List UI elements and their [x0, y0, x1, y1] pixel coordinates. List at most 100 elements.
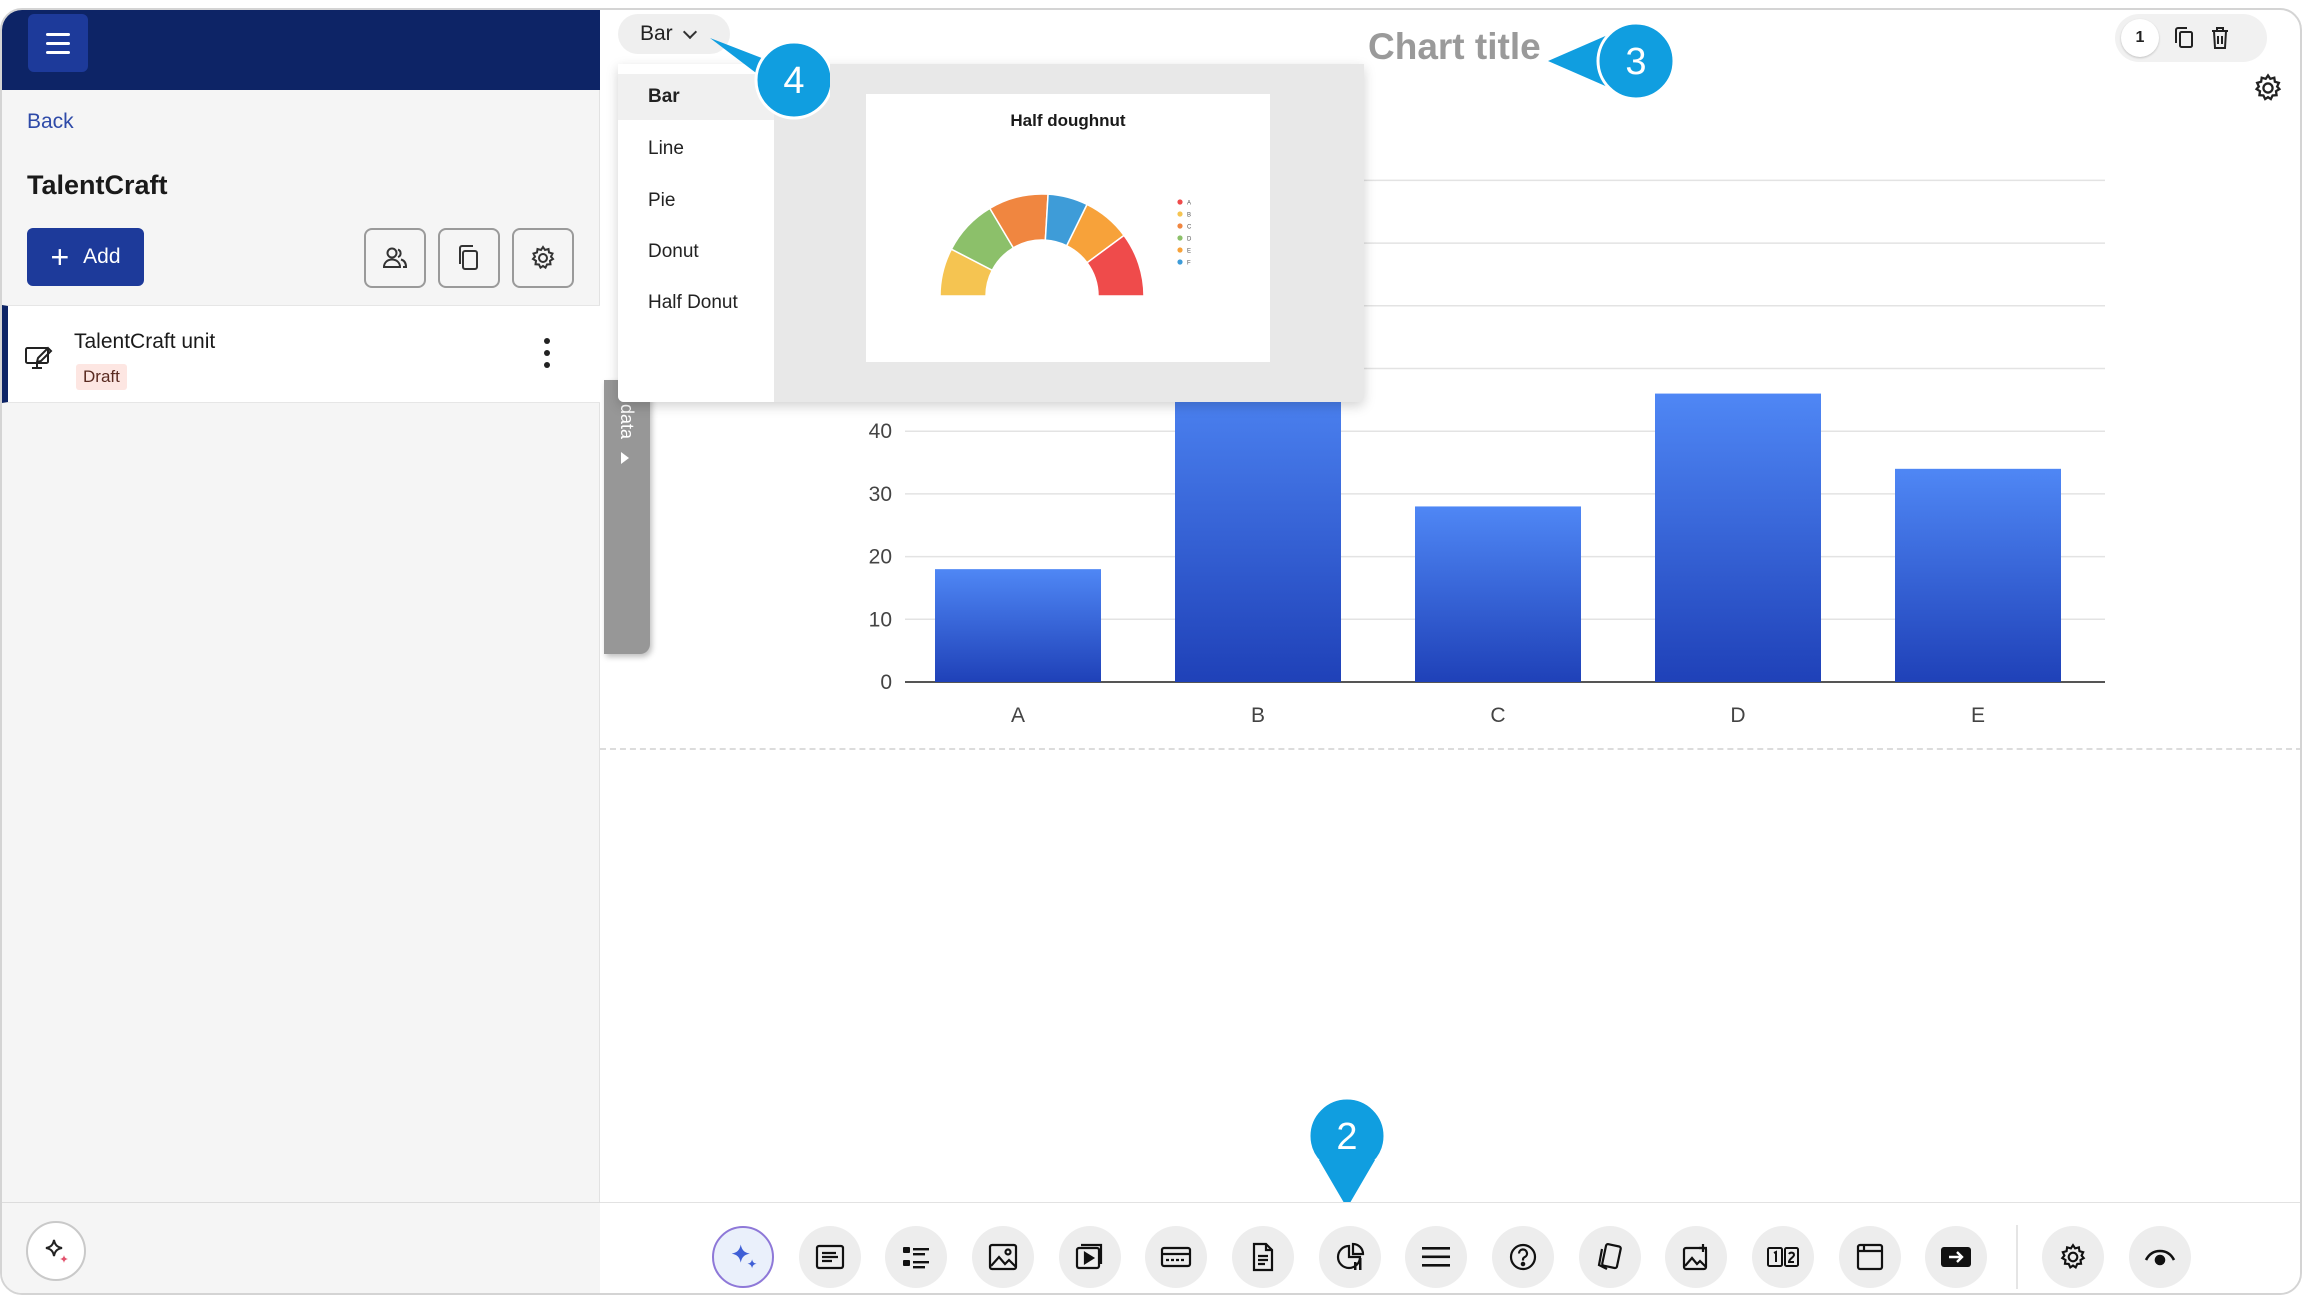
document-icon	[1252, 1242, 1274, 1272]
x-tick-label: B	[1251, 704, 1265, 727]
callout-4: 4	[710, 38, 830, 120]
preview-button[interactable]	[2129, 1226, 2191, 1288]
callout-3-number: 3	[1625, 41, 1646, 83]
divider-block-button[interactable]	[1405, 1226, 1467, 1288]
data-tab-label: data	[617, 404, 637, 440]
chart-icon	[1336, 1242, 1365, 1270]
data-panel-tab[interactable]: data	[604, 380, 650, 654]
status-badge: Draft	[76, 364, 127, 390]
lesson-settings-button[interactable]	[2042, 1226, 2104, 1288]
block-toolbar	[600, 1202, 2300, 1293]
toolbar-separator	[2016, 1225, 2018, 1289]
preview-legend-marker	[1177, 235, 1183, 241]
document-block-button[interactable]	[1232, 1226, 1294, 1288]
x-tick-label: D	[1730, 704, 1745, 727]
image-hotspot-block-button[interactable]	[1665, 1226, 1727, 1288]
preview-icon	[2144, 1249, 2176, 1266]
bar-d	[1655, 393, 1821, 682]
copy-icon	[2175, 27, 2193, 48]
flip-card-block-button[interactable]	[1752, 1226, 1814, 1288]
y-tick-label: 20	[869, 546, 892, 569]
block-count-badge: 1	[2121, 19, 2159, 57]
add-button-label: Add	[83, 245, 121, 268]
ai-assistant-button[interactable]	[26, 1221, 86, 1281]
callout-4-number: 4	[783, 60, 804, 102]
chart-settings-button[interactable]	[2252, 72, 2284, 109]
flashcards-block-button[interactable]	[1579, 1226, 1641, 1288]
duplicate-block-button[interactable]	[2173, 26, 2195, 50]
preview-legend-marker	[1177, 199, 1183, 205]
preview-legend-label: D	[1187, 237, 1192, 243]
text-block-icon	[815, 1244, 845, 1270]
settings-icon	[2060, 1243, 2086, 1269]
preview-legend-marker	[1177, 211, 1183, 217]
chart-type-preview: Half doughnut ABCDEF	[866, 94, 1270, 362]
more-options-button[interactable]	[542, 338, 552, 368]
callout-3: 3	[1548, 21, 1676, 101]
carousel-icon	[1160, 1246, 1192, 1268]
block-divider	[600, 748, 2300, 750]
chevron-down-icon	[682, 24, 697, 39]
bar-e	[1895, 468, 2061, 682]
continue-block-button[interactable]	[1925, 1226, 1987, 1288]
sidebar-footer	[2, 1202, 600, 1293]
bar-c	[1415, 506, 1581, 682]
app-window: Back TalentCraft + Add TalentCraft unit …	[0, 8, 2302, 1295]
chart-type-option-half-donut[interactable]: Half Donut	[618, 280, 774, 326]
y-tick-label: 30	[869, 483, 892, 506]
trash-icon	[2212, 27, 2228, 49]
delete-block-button[interactable]	[2209, 26, 2231, 50]
question-icon	[1509, 1243, 1537, 1271]
list-icon	[903, 1247, 929, 1269]
bar-a	[935, 569, 1101, 682]
callout-2-number: 2	[1336, 1116, 1357, 1158]
text-block-button[interactable]	[799, 1226, 861, 1288]
preview-legend-label: C	[1187, 225, 1192, 231]
preview-legend-label: F	[1187, 261, 1191, 267]
x-tick-label: A	[1011, 704, 1025, 727]
preview-legend-marker	[1177, 259, 1183, 265]
flashcards-icon	[1597, 1243, 1622, 1270]
ai-sparkle-icon	[731, 1244, 757, 1269]
users-icon	[382, 247, 408, 268]
ai-block-button[interactable]	[712, 1226, 774, 1288]
collaborators-button[interactable]	[364, 228, 426, 288]
duplicate-button[interactable]	[438, 228, 500, 288]
y-tick-label: 40	[869, 420, 892, 443]
preview-legend-marker	[1177, 247, 1183, 253]
bar-b	[1175, 368, 1341, 682]
preview-title: Half doughnut	[1010, 111, 1126, 130]
image-block-button[interactable]	[972, 1226, 1034, 1288]
chart-title[interactable]: Chart title	[1368, 26, 1541, 68]
preview-legend-label: B	[1187, 213, 1191, 219]
window-block-button[interactable]	[1839, 1226, 1901, 1288]
workspace-settings-button[interactable]	[512, 228, 574, 288]
hamburger-menu-button[interactable]	[28, 14, 88, 72]
sidebar: Back TalentCraft + Add TalentCraft unit …	[2, 10, 600, 1293]
chart-block-button[interactable]	[1319, 1226, 1381, 1288]
list-block-button[interactable]	[885, 1226, 947, 1288]
plus-icon: +	[50, 239, 70, 275]
block-actions: 1	[2115, 14, 2267, 62]
chart-type-option-line[interactable]: Line	[618, 126, 774, 172]
video-block-button[interactable]	[1059, 1226, 1121, 1288]
image-icon	[988, 1243, 1018, 1271]
chart-type-option-pie[interactable]: Pie	[618, 178, 774, 224]
y-tick-label: 10	[869, 608, 892, 631]
x-tick-label: E	[1971, 704, 1985, 727]
flip-card-icon	[1767, 1247, 1799, 1267]
y-tick-label: 0	[880, 671, 892, 694]
sparkle-icon	[45, 1239, 68, 1263]
unit-list-item[interactable]: TalentCraft unit Draft	[2, 305, 600, 403]
half-doughnut-preview: ABCDEF	[939, 193, 1192, 297]
x-tick-label: C	[1490, 704, 1505, 727]
question-block-button[interactable]	[1492, 1226, 1554, 1288]
chart-type-option-donut[interactable]: Donut	[618, 229, 774, 275]
chart-type-selected: Bar	[640, 22, 673, 45]
unit-name: TalentCraft unit	[74, 330, 216, 353]
add-button[interactable]: + Add	[27, 228, 144, 286]
unit-edit-icon	[24, 344, 54, 375]
back-link[interactable]: Back	[27, 110, 74, 134]
video-icon	[1075, 1243, 1103, 1270]
carousel-block-button[interactable]	[1145, 1226, 1207, 1288]
